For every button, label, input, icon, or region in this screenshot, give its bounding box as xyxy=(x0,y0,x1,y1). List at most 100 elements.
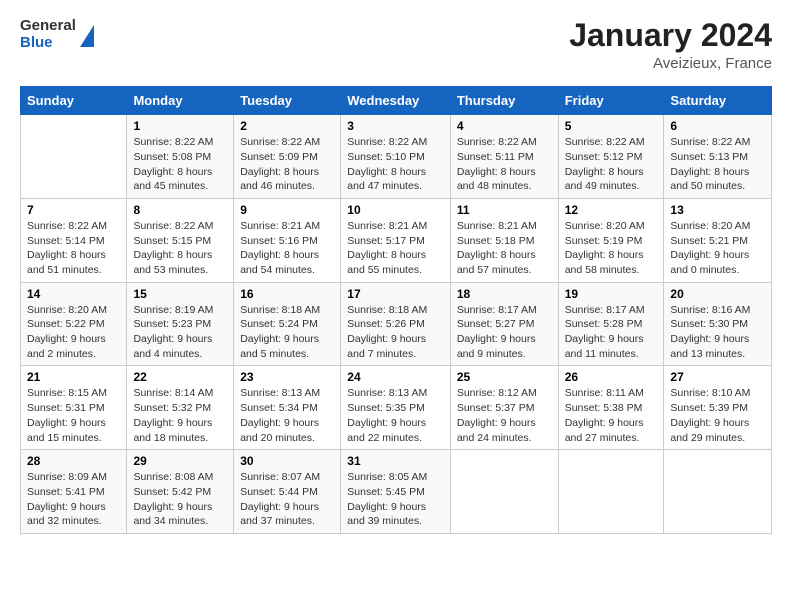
logo-triangle-icon xyxy=(80,25,94,47)
day-number: 20 xyxy=(670,287,765,301)
page: General Blue January 2024 Aveizieux, Fra… xyxy=(0,0,792,544)
day-info: Sunrise: 8:19 AM Sunset: 5:23 PM Dayligh… xyxy=(133,303,227,362)
calendar-cell: 24 Sunrise: 8:13 AM Sunset: 5:35 PM Dayl… xyxy=(341,366,451,450)
sunrise-text: Sunrise: 8:05 AM xyxy=(347,471,427,483)
col-friday: Friday xyxy=(558,87,664,115)
day-number: 31 xyxy=(347,454,444,468)
day-number: 9 xyxy=(240,203,334,217)
day-info: Sunrise: 8:18 AM Sunset: 5:26 PM Dayligh… xyxy=(347,303,444,362)
calendar-cell: 28 Sunrise: 8:09 AM Sunset: 5:41 PM Dayl… xyxy=(21,450,127,534)
sunrise-text: Sunrise: 8:21 AM xyxy=(347,220,427,232)
daylight-text: Daylight: 9 hours and 34 minutes. xyxy=(133,501,212,528)
sunset-text: Sunset: 5:39 PM xyxy=(670,402,748,414)
day-number: 21 xyxy=(27,370,120,384)
col-wednesday: Wednesday xyxy=(341,87,451,115)
sunset-text: Sunset: 5:24 PM xyxy=(240,318,318,330)
sunset-text: Sunset: 5:30 PM xyxy=(670,318,748,330)
calendar-cell: 18 Sunrise: 8:17 AM Sunset: 5:27 PM Dayl… xyxy=(450,282,558,366)
calendar-cell: 22 Sunrise: 8:14 AM Sunset: 5:32 PM Dayl… xyxy=(127,366,234,450)
sunset-text: Sunset: 5:37 PM xyxy=(457,402,535,414)
sunrise-text: Sunrise: 8:18 AM xyxy=(240,304,320,316)
calendar-week-row: 7 Sunrise: 8:22 AM Sunset: 5:14 PM Dayli… xyxy=(21,198,772,282)
sunrise-text: Sunrise: 8:20 AM xyxy=(670,220,750,232)
calendar-week-row: 14 Sunrise: 8:20 AM Sunset: 5:22 PM Dayl… xyxy=(21,282,772,366)
sunrise-text: Sunrise: 8:11 AM xyxy=(565,387,644,399)
sunrise-text: Sunrise: 8:22 AM xyxy=(240,136,320,148)
day-info: Sunrise: 8:17 AM Sunset: 5:28 PM Dayligh… xyxy=(565,303,658,362)
sunrise-text: Sunrise: 8:22 AM xyxy=(670,136,750,148)
sunrise-text: Sunrise: 8:21 AM xyxy=(240,220,320,232)
calendar-cell: 30 Sunrise: 8:07 AM Sunset: 5:44 PM Dayl… xyxy=(234,450,341,534)
calendar-week-row: 28 Sunrise: 8:09 AM Sunset: 5:41 PM Dayl… xyxy=(21,450,772,534)
sunset-text: Sunset: 5:13 PM xyxy=(670,151,748,163)
calendar-cell: 13 Sunrise: 8:20 AM Sunset: 5:21 PM Dayl… xyxy=(664,198,772,282)
sunset-text: Sunset: 5:11 PM xyxy=(457,151,534,163)
calendar-cell: 19 Sunrise: 8:17 AM Sunset: 5:28 PM Dayl… xyxy=(558,282,664,366)
calendar-cell: 29 Sunrise: 8:08 AM Sunset: 5:42 PM Dayl… xyxy=(127,450,234,534)
sunrise-text: Sunrise: 8:22 AM xyxy=(347,136,427,148)
daylight-text: Daylight: 9 hours and 32 minutes. xyxy=(27,501,106,528)
day-number: 5 xyxy=(565,119,658,133)
daylight-text: Daylight: 9 hours and 18 minutes. xyxy=(133,417,212,444)
sunrise-text: Sunrise: 8:20 AM xyxy=(27,304,107,316)
day-info: Sunrise: 8:22 AM Sunset: 5:14 PM Dayligh… xyxy=(27,219,120,278)
daylight-text: Daylight: 8 hours and 49 minutes. xyxy=(565,166,644,193)
col-thursday: Thursday xyxy=(450,87,558,115)
daylight-text: Daylight: 9 hours and 39 minutes. xyxy=(347,501,426,528)
sunset-text: Sunset: 5:23 PM xyxy=(133,318,211,330)
col-tuesday: Tuesday xyxy=(234,87,341,115)
daylight-text: Daylight: 9 hours and 37 minutes. xyxy=(240,501,319,528)
calendar-cell: 5 Sunrise: 8:22 AM Sunset: 5:12 PM Dayli… xyxy=(558,115,664,199)
calendar-cell xyxy=(450,450,558,534)
day-info: Sunrise: 8:22 AM Sunset: 5:08 PM Dayligh… xyxy=(133,135,227,194)
sunset-text: Sunset: 5:09 PM xyxy=(240,151,318,163)
calendar-cell: 3 Sunrise: 8:22 AM Sunset: 5:10 PM Dayli… xyxy=(341,115,451,199)
daylight-text: Daylight: 9 hours and 7 minutes. xyxy=(347,333,426,360)
sunrise-text: Sunrise: 8:13 AM xyxy=(347,387,427,399)
day-info: Sunrise: 8:11 AM Sunset: 5:38 PM Dayligh… xyxy=(565,386,658,445)
main-title: January 2024 xyxy=(569,18,772,53)
calendar-cell: 4 Sunrise: 8:22 AM Sunset: 5:11 PM Dayli… xyxy=(450,115,558,199)
day-info: Sunrise: 8:22 AM Sunset: 5:09 PM Dayligh… xyxy=(240,135,334,194)
calendar-cell: 15 Sunrise: 8:19 AM Sunset: 5:23 PM Dayl… xyxy=(127,282,234,366)
day-info: Sunrise: 8:15 AM Sunset: 5:31 PM Dayligh… xyxy=(27,386,120,445)
sunset-text: Sunset: 5:15 PM xyxy=(133,235,211,247)
sunset-text: Sunset: 5:16 PM xyxy=(240,235,318,247)
daylight-text: Daylight: 8 hours and 58 minutes. xyxy=(565,249,644,276)
sunrise-text: Sunrise: 8:21 AM xyxy=(457,220,537,232)
daylight-text: Daylight: 8 hours and 53 minutes. xyxy=(133,249,212,276)
day-info: Sunrise: 8:22 AM Sunset: 5:15 PM Dayligh… xyxy=(133,219,227,278)
day-number: 29 xyxy=(133,454,227,468)
daylight-text: Daylight: 9 hours and 20 minutes. xyxy=(240,417,319,444)
sunrise-text: Sunrise: 8:22 AM xyxy=(27,220,107,232)
day-info: Sunrise: 8:21 AM Sunset: 5:16 PM Dayligh… xyxy=(240,219,334,278)
sunset-text: Sunset: 5:21 PM xyxy=(670,235,748,247)
day-number: 11 xyxy=(457,203,552,217)
calendar-week-row: 21 Sunrise: 8:15 AM Sunset: 5:31 PM Dayl… xyxy=(21,366,772,450)
sunrise-text: Sunrise: 8:13 AM xyxy=(240,387,320,399)
day-number: 10 xyxy=(347,203,444,217)
header: General Blue January 2024 Aveizieux, Fra… xyxy=(20,18,772,72)
calendar-cell: 7 Sunrise: 8:22 AM Sunset: 5:14 PM Dayli… xyxy=(21,198,127,282)
day-number: 13 xyxy=(670,203,765,217)
sunset-text: Sunset: 5:18 PM xyxy=(457,235,535,247)
calendar-week-row: 1 Sunrise: 8:22 AM Sunset: 5:08 PM Dayli… xyxy=(21,115,772,199)
day-info: Sunrise: 8:20 AM Sunset: 5:19 PM Dayligh… xyxy=(565,219,658,278)
daylight-text: Daylight: 9 hours and 29 minutes. xyxy=(670,417,749,444)
calendar-cell: 31 Sunrise: 8:05 AM Sunset: 5:45 PM Dayl… xyxy=(341,450,451,534)
logo-text: General Blue xyxy=(20,18,76,51)
day-info: Sunrise: 8:22 AM Sunset: 5:13 PM Dayligh… xyxy=(670,135,765,194)
calendar-cell: 25 Sunrise: 8:12 AM Sunset: 5:37 PM Dayl… xyxy=(450,366,558,450)
day-number: 26 xyxy=(565,370,658,384)
sunset-text: Sunset: 5:22 PM xyxy=(27,318,105,330)
sunrise-text: Sunrise: 8:22 AM xyxy=(457,136,537,148)
day-info: Sunrise: 8:05 AM Sunset: 5:45 PM Dayligh… xyxy=(347,470,444,529)
day-number: 24 xyxy=(347,370,444,384)
sunrise-text: Sunrise: 8:22 AM xyxy=(133,136,213,148)
day-number: 19 xyxy=(565,287,658,301)
day-info: Sunrise: 8:13 AM Sunset: 5:34 PM Dayligh… xyxy=(240,386,334,445)
calendar-cell: 9 Sunrise: 8:21 AM Sunset: 5:16 PM Dayli… xyxy=(234,198,341,282)
calendar-cell: 20 Sunrise: 8:16 AM Sunset: 5:30 PM Dayl… xyxy=(664,282,772,366)
sunrise-text: Sunrise: 8:10 AM xyxy=(670,387,750,399)
day-number: 17 xyxy=(347,287,444,301)
